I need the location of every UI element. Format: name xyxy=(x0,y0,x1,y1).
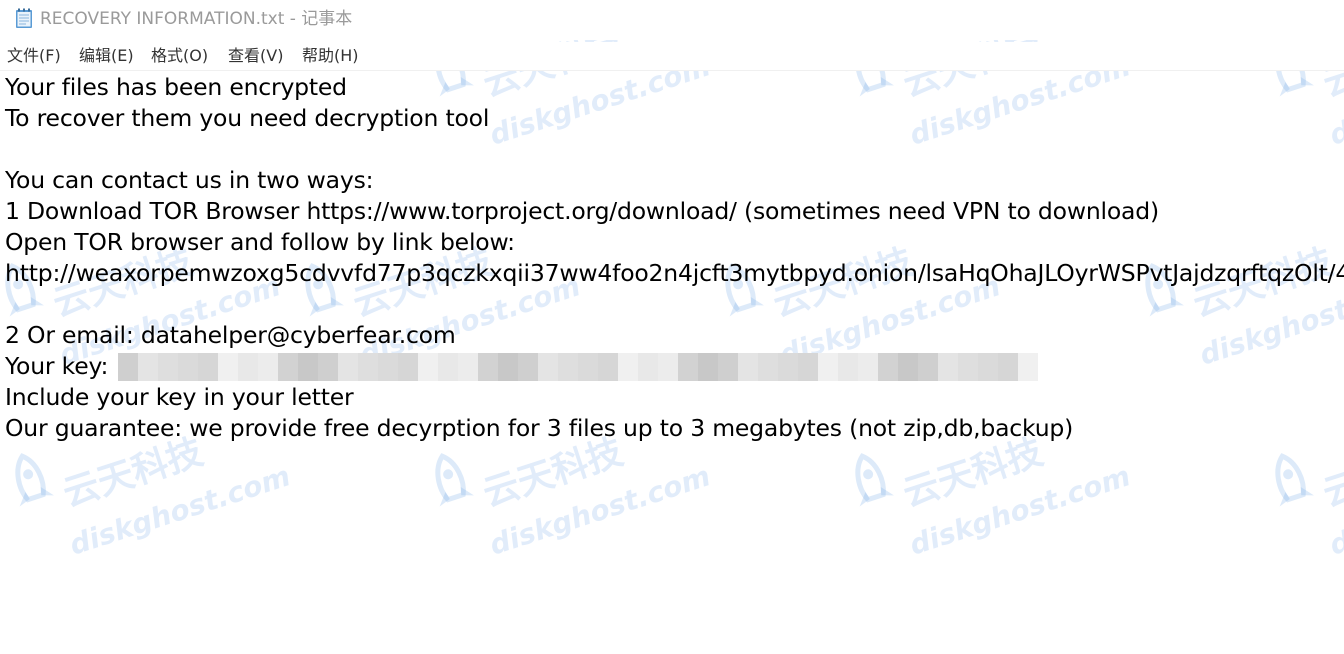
blur-pixel xyxy=(918,353,938,381)
blur-pixel xyxy=(1018,353,1038,381)
guarantee-line: Our guarantee: we provide free decyrptio… xyxy=(5,414,1074,442)
blur-pixel xyxy=(518,353,538,381)
blur-pixel xyxy=(338,353,358,381)
blur-pixel xyxy=(498,353,518,381)
blur-pixel xyxy=(318,353,338,381)
blur-pixel xyxy=(618,353,638,381)
blur-pixel xyxy=(118,353,138,381)
blur-pixel xyxy=(458,353,478,381)
blurred-key-value xyxy=(118,353,1038,381)
blur-pixel xyxy=(878,353,898,381)
menu-bar: 文件(F) 编辑(E) 格式(O) 查看(V) 帮助(H) xyxy=(0,42,1344,70)
blur-pixel xyxy=(158,353,178,381)
text-line: Open TOR browser and follow by link belo… xyxy=(5,228,515,256)
text-line: You can contact us in two ways: xyxy=(5,166,374,194)
menu-edit[interactable]: 编辑(E) xyxy=(79,45,134,67)
blur-pixel xyxy=(418,353,438,381)
blur-pixel xyxy=(398,353,418,381)
notepad-window: 云天科技diskghost.com云天科技diskghost.com云天科技di… xyxy=(0,0,1344,654)
blur-pixel xyxy=(198,353,218,381)
blur-pixel xyxy=(898,353,918,381)
blur-pixel xyxy=(538,353,558,381)
email-line: 2 Or email: datahelper@cyberfear.com xyxy=(5,321,456,349)
blur-pixel xyxy=(178,353,198,381)
text-line: To recover them you need decryption tool xyxy=(5,104,490,132)
blur-pixel xyxy=(818,353,838,381)
blur-pixel xyxy=(558,353,578,381)
text-editor-area[interactable]: Your files has been encrypted To recover… xyxy=(0,72,1344,654)
text-line: 1 Download TOR Browser https://www.torpr… xyxy=(5,197,1159,225)
key-label-line: Your key: xyxy=(5,352,109,380)
blur-pixel xyxy=(698,353,718,381)
window-title: RECOVERY INFORMATION.txt - 记事本 xyxy=(40,9,353,29)
blur-pixel xyxy=(238,353,258,381)
text-line: Your files has been encrypted xyxy=(5,73,347,101)
blur-pixel xyxy=(838,353,858,381)
blur-pixel xyxy=(718,353,738,381)
onion-link-line: http://weaxorpemwzoxg5cdvvfd77p3qczkxqii… xyxy=(5,259,1344,287)
blur-pixel xyxy=(858,353,878,381)
blur-pixel xyxy=(758,353,778,381)
blur-pixel xyxy=(138,353,158,381)
menu-format[interactable]: 格式(O) xyxy=(151,45,208,67)
text-line: Include your key in your letter xyxy=(5,383,354,411)
blur-pixel xyxy=(978,353,998,381)
blur-pixel xyxy=(598,353,618,381)
notepad-icon xyxy=(16,8,32,28)
blur-pixel xyxy=(658,353,678,381)
blur-pixel xyxy=(298,353,318,381)
menu-help[interactable]: 帮助(H) xyxy=(302,45,359,67)
blur-pixel xyxy=(638,353,658,381)
blur-pixel xyxy=(378,353,398,381)
blur-pixel xyxy=(478,353,498,381)
blur-pixel xyxy=(358,353,378,381)
blur-pixel xyxy=(778,353,798,381)
blur-pixel xyxy=(798,353,818,381)
blur-pixel xyxy=(678,353,698,381)
blur-pixel xyxy=(438,353,458,381)
blur-pixel xyxy=(998,353,1018,381)
blur-pixel xyxy=(938,353,958,381)
blur-pixel xyxy=(218,353,238,381)
menu-file[interactable]: 文件(F) xyxy=(7,45,61,67)
blur-pixel xyxy=(958,353,978,381)
blur-pixel xyxy=(278,353,298,381)
menu-view[interactable]: 查看(V) xyxy=(228,45,283,67)
blur-pixel xyxy=(258,353,278,381)
title-bar[interactable]: RECOVERY INFORMATION.txt - 记事本 xyxy=(0,0,1344,40)
blur-pixel xyxy=(578,353,598,381)
menu-divider xyxy=(0,70,1344,71)
blur-pixel xyxy=(738,353,758,381)
